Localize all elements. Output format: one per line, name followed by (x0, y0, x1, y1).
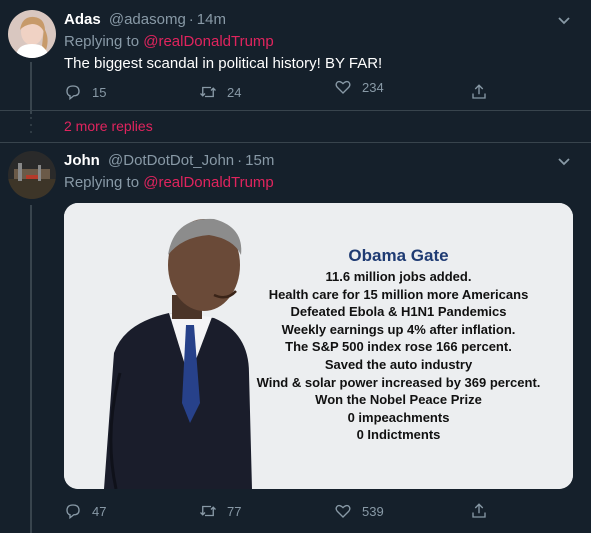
share-button[interactable] (470, 502, 488, 520)
divider (0, 142, 591, 143)
like-button[interactable]: 539 (334, 502, 384, 520)
display-name[interactable]: Adas (64, 11, 101, 28)
retweet-icon (200, 86, 216, 98)
user-handle[interactable]: @adasomg (109, 11, 186, 28)
reply-icon (66, 85, 80, 101)
divider (0, 110, 591, 111)
image-line: Health care for 15 million more American… (268, 286, 529, 302)
image-line: Won the Nobel Peace Prize (315, 392, 482, 408)
image-line: Saved the auto industry (324, 356, 473, 372)
avatar[interactable] (8, 10, 56, 58)
image-title: Obama Gate (348, 246, 449, 265)
reply-button[interactable]: 47 (64, 502, 106, 520)
replying-to: Replying to @realDonaldTrump (64, 174, 274, 191)
chevron-down-icon[interactable] (557, 157, 571, 167)
image-line: Weekly earnings up 4% after inflation. (281, 321, 516, 337)
share-icon (472, 84, 486, 99)
reply-button[interactable]: 15 (64, 83, 106, 101)
reply-icon (66, 504, 80, 520)
user-handle[interactable]: @DotDotDot_John (108, 152, 234, 169)
tweet[interactable]: John @DotDotDot_John · 15m Replying to @re… (0, 148, 591, 533)
tweet[interactable]: Adas @adasomg · 14m Replying to @realDonal… (0, 0, 591, 112)
like-count: 234 (362, 79, 384, 95)
share-button[interactable] (470, 83, 488, 101)
like-count: 539 (362, 503, 384, 519)
image-line: 11.6 million jobs added. (325, 269, 472, 284)
tweet-header: John @DotDotDot_John · 15m (64, 152, 274, 169)
mention-link[interactable]: @realDonaldTrump (143, 174, 274, 191)
retweet-count: 77 (227, 503, 242, 519)
image-line: Defeated Ebola & H1N1 Pandemics (290, 304, 507, 320)
image-line: 0 impeachments (347, 409, 450, 425)
tweet-text: The biggest scandal in political history… (64, 55, 383, 72)
reply-count: 47 (92, 503, 107, 519)
retweet-icon (200, 505, 216, 517)
reply-count: 15 (92, 84, 107, 100)
thread-dots-icon (30, 117, 32, 133)
tweet-actions: 15 24 234 (64, 80, 494, 105)
display-name[interactable]: John (64, 152, 100, 169)
retweet-button[interactable]: 24 (199, 83, 241, 101)
thread-line (30, 62, 32, 114)
retweet-button[interactable]: 77 (199, 502, 241, 520)
mention-link[interactable]: @realDonaldTrump (143, 33, 274, 50)
tweet-image[interactable]: Obama Gate 11.6 million jobs added. Heal… (64, 203, 573, 489)
image-line: 0 Indictments (356, 427, 441, 443)
separator-dot: · (188, 11, 194, 28)
replying-to: Replying to @realDonaldTrump (64, 33, 274, 50)
like-icon (335, 504, 351, 518)
tweet-actions: 47 77 539 (64, 502, 494, 524)
avatar[interactable] (8, 151, 56, 199)
retweet-count: 24 (227, 84, 242, 100)
chevron-down-icon[interactable] (557, 16, 571, 26)
more-replies-link[interactable]: 2 more replies (64, 118, 153, 134)
timestamp[interactable]: 14m (197, 11, 226, 28)
image-line: Wind & solar power increased by 369 perc… (256, 374, 541, 390)
timestamp[interactable]: 15m (245, 152, 274, 169)
tweet-header: Adas @adasomg · 14m (64, 11, 226, 28)
image-caption: Obama Gate 11.6 million jobs added. Heal… (224, 245, 573, 444)
replying-label: Replying to (64, 174, 140, 191)
separator-dot: · (237, 152, 243, 169)
like-button[interactable]: 234 (334, 78, 384, 96)
image-line: The S&P 500 index rose 166 percent. (285, 339, 512, 355)
like-icon (335, 80, 351, 94)
share-icon (472, 503, 486, 518)
replying-label: Replying to (64, 33, 140, 50)
